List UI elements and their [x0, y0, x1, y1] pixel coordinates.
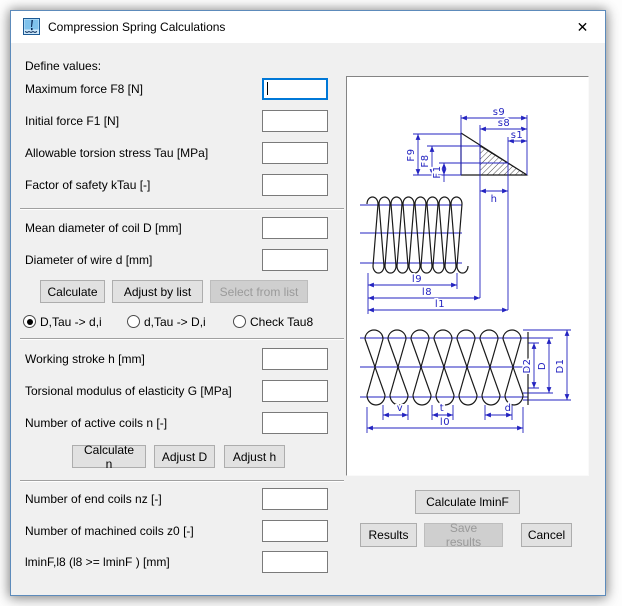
- adjust-h-button[interactable]: Adjust h: [224, 445, 285, 468]
- dim-label-l1: l1: [435, 299, 445, 310]
- dim-label-d2-diam: D2: [522, 358, 533, 373]
- input-f8[interactable]: [262, 78, 328, 100]
- text-caret: [267, 82, 268, 95]
- input-ktau[interactable]: [262, 174, 328, 196]
- input-f1[interactable]: [262, 110, 328, 132]
- dim-label-l0: l0: [440, 417, 450, 428]
- dim-label-d-diam: D: [537, 362, 548, 370]
- dim-label-s1: s1: [511, 130, 524, 141]
- label-working-stroke: Working stroke h [mm]: [25, 351, 145, 367]
- input-wire-diameter[interactable]: [262, 249, 328, 271]
- save-results-button: Save results: [424, 523, 503, 547]
- cancel-button[interactable]: Cancel: [521, 523, 572, 547]
- label-lminf: lminF,l8 (l8 >= lminF ) [mm]: [25, 554, 170, 570]
- label-active-coils: Number of active coils n [-]: [25, 415, 167, 431]
- dim-label-l9: l9: [412, 274, 422, 285]
- dim-label-d1-diam: D1: [555, 358, 566, 373]
- separator: [20, 338, 344, 339]
- drawing-panel: s9 s8 s1 F9 F8 F1 h l9 l8 l1 v t d l0 D2…: [346, 76, 589, 476]
- select-from-list-button: Select from list: [210, 280, 308, 303]
- dim-label-s8: s8: [498, 118, 511, 129]
- app-icon: [23, 18, 40, 35]
- separator: [20, 208, 344, 209]
- close-button[interactable]: ✕: [560, 11, 605, 42]
- radio-dtau-to-di[interactable]: D,Tau -> d,i: [23, 314, 102, 329]
- separator: [20, 480, 344, 481]
- input-lminf[interactable]: [262, 551, 328, 573]
- label-tau: Allowable torsion stress Tau [MPa]: [25, 145, 208, 161]
- results-button[interactable]: Results: [360, 523, 417, 547]
- adjust-by-list-button[interactable]: Adjust by list: [112, 280, 203, 303]
- radio-circle-icon: [127, 315, 140, 328]
- input-modulus-g[interactable]: [262, 380, 328, 402]
- radio-dtau-to-Di[interactable]: d,Tau -> D,i: [127, 314, 206, 329]
- dim-label-f1: F1: [432, 165, 443, 178]
- label-wire-diameter: Diameter of wire d [mm]: [25, 252, 152, 268]
- input-coil-diameter[interactable]: [262, 217, 328, 239]
- dim-label-v: v: [397, 403, 403, 414]
- label-f1: Initial force F1 [N]: [25, 113, 119, 129]
- label-end-coils: Number of end coils nz [-]: [25, 491, 162, 507]
- radio-label: d,Tau -> D,i: [144, 315, 206, 329]
- calculate-lminf-button[interactable]: Calculate lminF: [415, 490, 520, 514]
- label-coil-diameter: Mean diameter of coil D [mm]: [25, 220, 182, 236]
- free-spring: [365, 330, 523, 405]
- input-end-coils[interactable]: [262, 488, 328, 510]
- radio-check-tau8[interactable]: Check Tau8: [233, 314, 313, 329]
- label-f8: Maximum force F8 [N]: [25, 81, 143, 97]
- radio-label: Check Tau8: [250, 315, 313, 329]
- label-modulus-g: Torsional modulus of elasticity G [MPa]: [25, 383, 232, 399]
- radio-label: D,Tau -> d,i: [40, 315, 102, 329]
- spring-diagram: s9 s8 s1 F9 F8 F1 h l9 l8 l1 v t d l0 D2…: [347, 77, 588, 475]
- dim-label-l8: l8: [422, 287, 432, 298]
- define-values-label: Define values:: [25, 58, 101, 74]
- dialog-window: Compression Spring Calculations ✕ Define…: [10, 10, 606, 596]
- radio-circle-icon: [233, 315, 246, 328]
- dim-label-d: d: [505, 403, 512, 414]
- calculate-n-button[interactable]: Calculate n: [72, 445, 146, 468]
- input-working-stroke[interactable]: [262, 348, 328, 370]
- input-machined-coils[interactable]: [262, 520, 328, 542]
- adjust-d-button[interactable]: Adjust D: [154, 445, 215, 468]
- dim-label-f8: F8: [420, 154, 431, 167]
- window-title: Compression Spring Calculations: [48, 20, 225, 34]
- dim-label-f9: F9: [406, 148, 417, 161]
- dim-label-s9: s9: [493, 107, 506, 118]
- title-bar: Compression Spring Calculations ✕: [11, 11, 605, 43]
- calculate-button[interactable]: Calculate: [40, 280, 105, 303]
- input-tau[interactable]: [262, 142, 328, 164]
- dim-label-h: h: [491, 194, 498, 205]
- label-machined-coils: Number of machined coils z0 [-]: [25, 523, 194, 539]
- label-ktau: Factor of safety kTau [-]: [25, 177, 150, 193]
- dim-label-t: t: [440, 403, 444, 414]
- radio-circle-icon: [23, 315, 36, 328]
- compressed-spring: [367, 197, 468, 273]
- input-active-coils[interactable]: [262, 412, 328, 434]
